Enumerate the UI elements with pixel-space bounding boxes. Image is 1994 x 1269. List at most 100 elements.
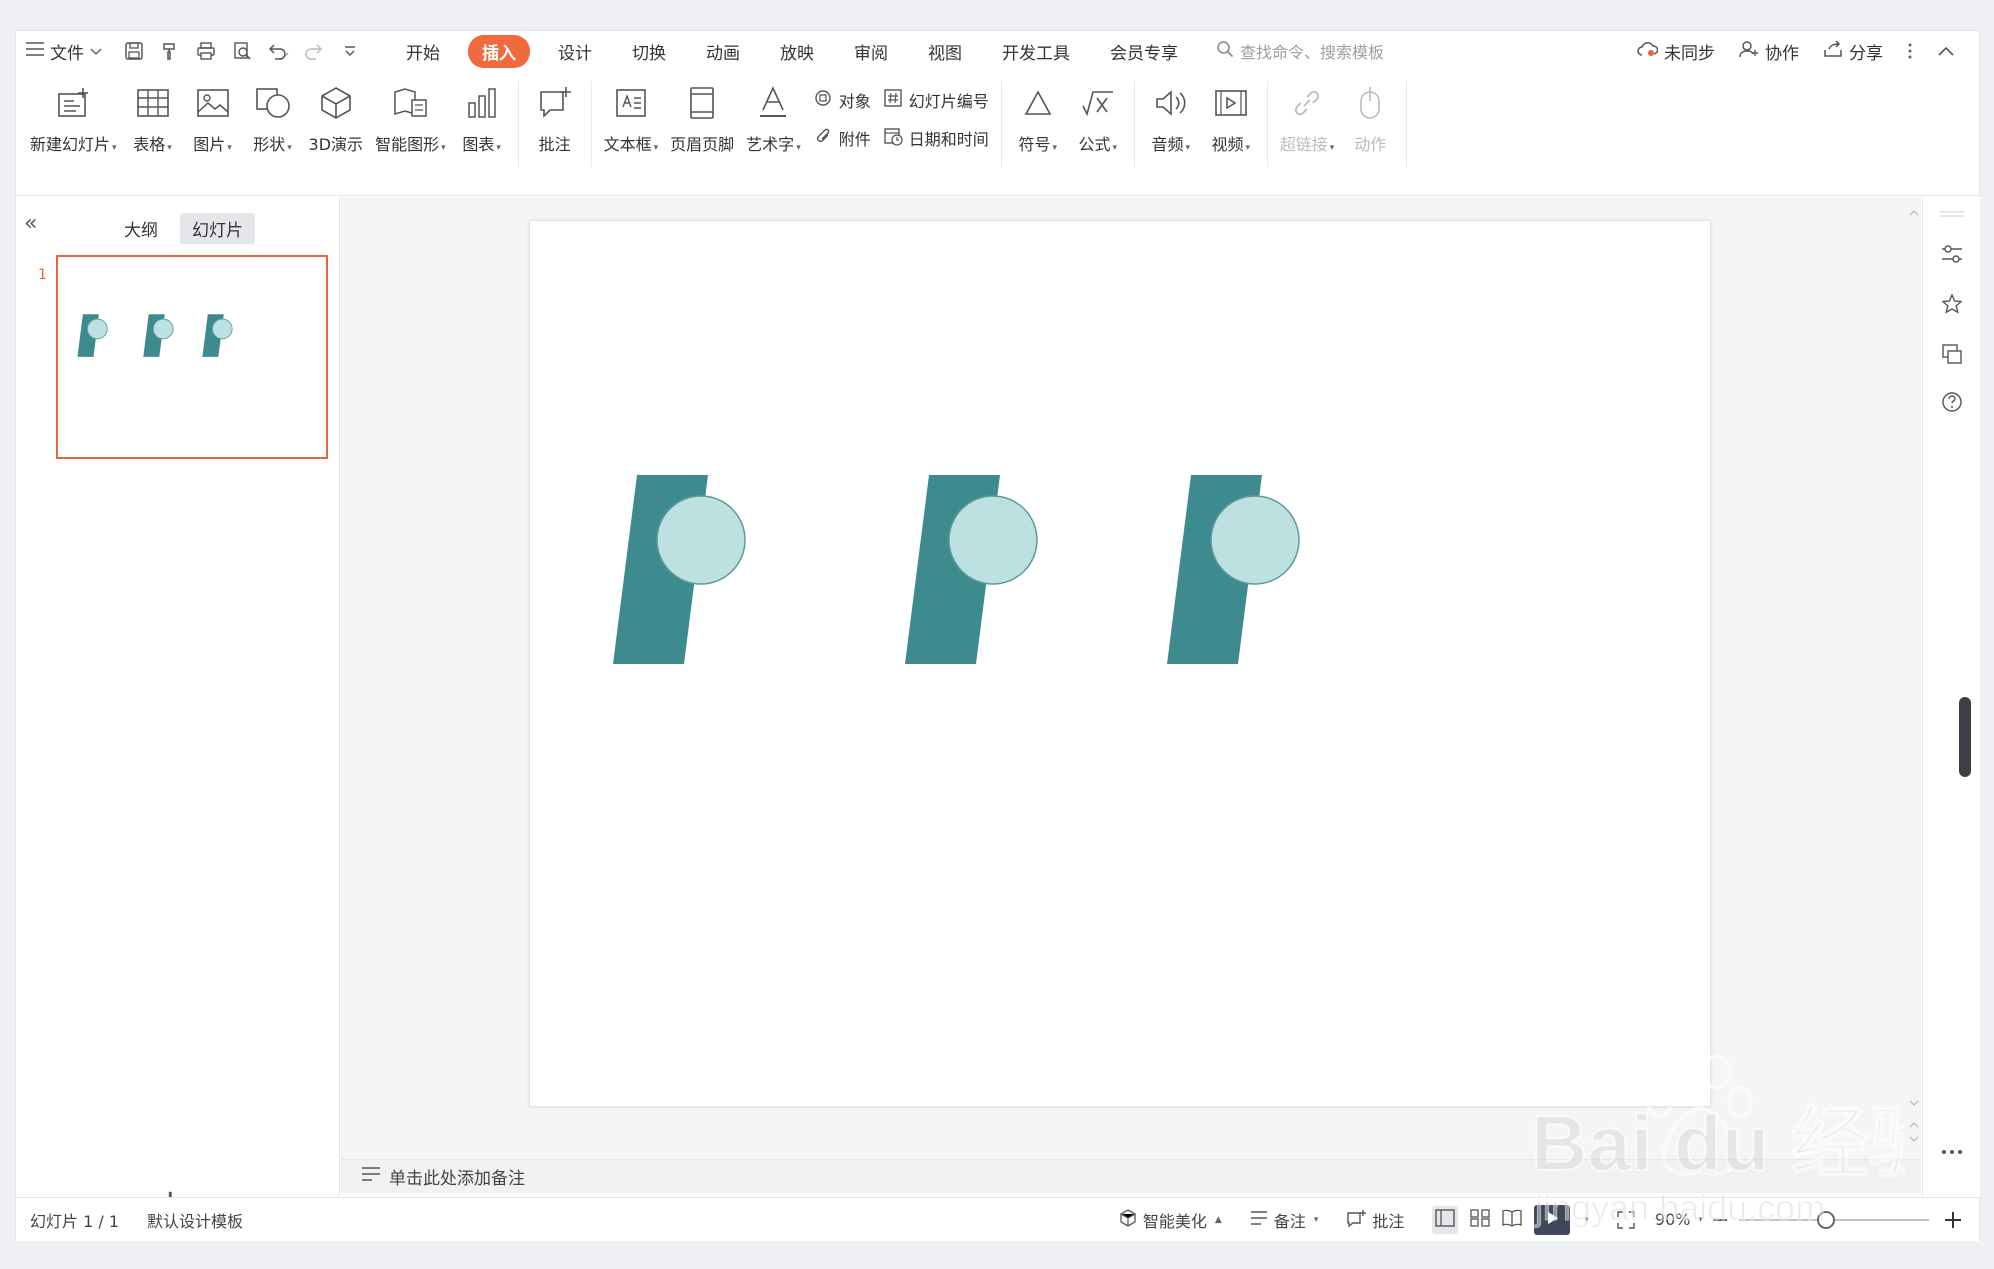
sync-status-button[interactable]: 未同步 (1626, 39, 1725, 64)
wordart-icon (749, 81, 797, 125)
bar-chart-icon (458, 81, 506, 125)
insert-video-button[interactable]: 视频 ▾ (1201, 81, 1261, 171)
notes-list-icon (1250, 1210, 1268, 1229)
wordart-button[interactable]: 艺术字 ▾ (740, 81, 807, 171)
tab-home[interactable]: 开始 (386, 31, 460, 71)
insert-picture-button[interactable]: 图片 ▾ (183, 81, 243, 171)
fit-window-icon[interactable] (1603, 1198, 1649, 1241)
collapse-ribbon-icon[interactable] (1927, 45, 1965, 57)
ribbon-tabs: 开始 插入 设计 切换 动画 放映 审阅 视图 开发工具 会员专享 (386, 31, 1198, 71)
zoom-out-button[interactable] (1709, 1198, 1731, 1241)
properties-sliders-icon[interactable] (1937, 239, 1967, 269)
tab-slides[interactable]: 幻灯片 (180, 213, 255, 244)
share-button[interactable]: 分享 (1813, 39, 1893, 64)
smartart-button[interactable]: 智能图形 ▾ (369, 81, 452, 171)
zoom-in-button[interactable] (1937, 1198, 1979, 1241)
shape-group-3[interactable] (1167, 475, 1300, 664)
smartart-icon (386, 81, 434, 125)
notes-pane[interactable]: 单击此处添加备注 (341, 1159, 1921, 1193)
tab-animation[interactable]: 动画 (686, 31, 760, 71)
header-footer-button[interactable]: 页眉页脚 (664, 81, 740, 171)
comment-toggle-button[interactable]: 批注 (1332, 1198, 1418, 1241)
collapse-panel-icon[interactable]: « (24, 211, 37, 236)
light-teal-circle (1210, 495, 1300, 585)
hamburger-icon (26, 41, 44, 61)
file-menu-label: 文件 (50, 43, 84, 64)
slide-counter: 幻灯片 1 / 1 (30, 1211, 120, 1231)
redo-icon[interactable] (298, 36, 330, 66)
tab-view[interactable]: 视图 (908, 31, 982, 71)
insert-chart-button[interactable]: 图表 ▾ (452, 81, 512, 171)
insert-symbol-button[interactable]: 符号 ▾ (1008, 81, 1068, 171)
zoom-slider-knob[interactable] (1817, 1210, 1835, 1229)
shape-group-2[interactable] (905, 475, 1038, 664)
undo-icon[interactable] (262, 36, 294, 66)
insert-table-button[interactable]: 表格 ▾ (123, 81, 183, 171)
format-painter-icon[interactable] (154, 36, 186, 66)
comment-icon (1346, 1209, 1367, 1231)
status-bar: 幻灯片 1 / 1 默认设计模板 智能美化 ▲ 备注 ▾ 批注 ▾ 90% ▾ (16, 1197, 1979, 1241)
side-tool-handle[interactable] (1959, 697, 1971, 777)
shape-group-1[interactable] (613, 475, 746, 664)
normal-view-icon[interactable] (1432, 1205, 1459, 1234)
view-modes: ▾ (1418, 1198, 1603, 1241)
insert-audio-button[interactable]: 音频 ▾ (1141, 81, 1201, 171)
tab-developer[interactable]: 开发工具 (982, 31, 1090, 71)
menu-bar: 文件 开始 插入 设计 切换 动画 放映 审阅 视图 开发工具 会员专享 查找命… (16, 31, 1979, 71)
slide-transition-icon[interactable] (1937, 339, 1967, 369)
ribbon-separator (1000, 81, 1002, 167)
thumb-shape-group-3 (202, 314, 233, 357)
insert-formula-button[interactable]: 公式 ▾ (1068, 81, 1128, 171)
3d-demo-button[interactable]: 3D演示 (303, 81, 370, 171)
chevron-down-icon (90, 41, 102, 61)
action-button[interactable]: 动作 (1340, 81, 1400, 171)
calendar-clock-icon (883, 126, 903, 150)
insert-attachment-button[interactable]: 附件 (813, 123, 871, 153)
share-label: 分享 (1849, 43, 1883, 64)
collaborate-button[interactable]: 协作 (1729, 39, 1809, 64)
insert-comment-button[interactable]: 批注 (525, 81, 585, 171)
tab-member[interactable]: 会员专享 (1090, 31, 1198, 71)
tab-review[interactable]: 审阅 (834, 31, 908, 71)
file-menu[interactable]: 文件 (16, 31, 112, 71)
save-icon[interactable] (118, 36, 150, 66)
print-icon[interactable] (190, 36, 222, 66)
tab-outline[interactable]: 大纲 (112, 213, 170, 244)
video-icon (1207, 81, 1255, 125)
zoom-level[interactable]: 90% ▾ (1649, 1198, 1709, 1241)
customize-qa-icon[interactable] (334, 36, 366, 66)
sync-label: 未同步 (1664, 43, 1715, 64)
grid-view-icon[interactable] (1470, 1208, 1491, 1231)
speaker-icon (1147, 81, 1195, 125)
new-slide-icon (49, 81, 97, 125)
new-slide-button[interactable]: 新建幻灯片 ▾ (24, 81, 123, 171)
vertical-scrollbar[interactable] (1904, 197, 1924, 1157)
print-preview-icon[interactable] (226, 36, 258, 66)
notes-toggle-button[interactable]: 备注 ▾ (1236, 1198, 1333, 1241)
slideshow-play-button[interactable] (1534, 1204, 1571, 1235)
hyperlink-button[interactable]: 超链接 ▾ (1274, 81, 1341, 171)
zoom-slider[interactable] (1739, 1210, 1929, 1229)
command-search[interactable]: 查找命令、搜索模板 (1216, 39, 1536, 63)
table-icon (129, 81, 177, 125)
insert-object-button[interactable]: 对象 (813, 85, 871, 115)
tab-design[interactable]: 设计 (538, 31, 612, 71)
slide-thumbnail[interactable] (56, 255, 328, 459)
quick-access-toolbar (112, 36, 372, 66)
tab-insert[interactable]: 插入 (468, 31, 530, 71)
slide-canvas[interactable] (529, 220, 1711, 1107)
slide-number-button[interactable]: 幻灯片编号 (883, 85, 989, 115)
tab-transitions[interactable]: 切换 (612, 31, 686, 71)
design-template-name[interactable]: 默认设计模板 (133, 1198, 257, 1241)
more-tools-icon[interactable] (1937, 1137, 1967, 1167)
reading-view-icon[interactable] (1502, 1209, 1523, 1231)
tab-slideshow[interactable]: 放映 (760, 31, 834, 71)
star-icon[interactable] (1937, 289, 1967, 319)
insert-textbox-button[interactable]: 文本框 ▾ (598, 81, 665, 171)
smart-beautify-button[interactable]: 智能美化 ▲ (1105, 1198, 1236, 1241)
help-icon[interactable] (1937, 387, 1967, 417)
date-time-button[interactable]: 日期和时间 (883, 123, 989, 153)
insert-shape-button[interactable]: 形状 ▾ (243, 81, 303, 171)
ribbon-separator (1133, 81, 1135, 167)
more-options-icon[interactable] (1897, 42, 1923, 60)
